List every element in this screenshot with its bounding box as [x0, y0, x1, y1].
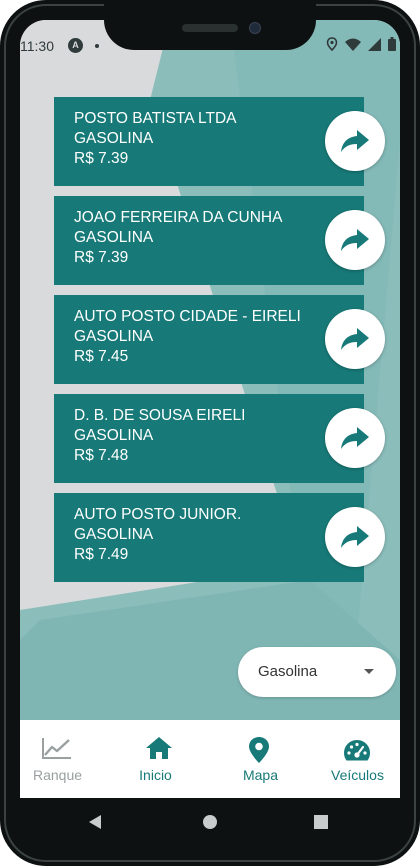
station-fuel: GASOLINA [74, 427, 154, 444]
home-icon [146, 737, 172, 759]
station-price: R$ 7.39 [74, 249, 129, 266]
battery-icon [388, 37, 396, 51]
station-card: POSTO BATISTA LTDA GASOLINA R$ 7.39 [54, 97, 385, 186]
station-card: AUTO POSTO JUNIOR. GASOLINA R$ 7.49 [54, 493, 385, 582]
directions-button[interactable] [325, 111, 385, 171]
station-name: JOAO FERREIRA DA CUNHA [74, 209, 283, 226]
nav-label-inicio: Inicio [139, 767, 172, 783]
map-pin-icon [249, 737, 269, 763]
directions-button[interactable] [325, 408, 385, 468]
front-camera-icon [249, 22, 261, 34]
home-circle-icon[interactable] [202, 814, 218, 830]
app-notification-icon: A [68, 38, 83, 53]
directions-button[interactable] [325, 210, 385, 270]
station-name: POSTO BATISTA LTDA [74, 110, 237, 127]
nav-label-veiculos: Veículos [331, 767, 384, 783]
station-fuel: GASOLINA [74, 130, 154, 147]
fuel-type-select[interactable]: Gasolina [238, 647, 396, 697]
directions-button[interactable] [325, 507, 385, 567]
share-arrow-icon [341, 526, 369, 548]
recents-square-icon[interactable] [314, 815, 328, 829]
earpiece-speaker [182, 24, 238, 32]
station-fuel: GASOLINA [74, 526, 154, 543]
nav-tab-inicio[interactable]: Inicio [115, 720, 210, 798]
station-name: AUTO POSTO JUNIOR. [74, 506, 242, 523]
share-arrow-icon [341, 328, 369, 350]
notification-dot-icon [95, 44, 99, 48]
station-name: D. B. DE SOUSA EIRELI [74, 407, 246, 424]
status-time: 11:30 [20, 38, 54, 54]
share-arrow-icon [341, 229, 369, 251]
share-arrow-icon [341, 427, 369, 449]
wifi-icon [345, 38, 361, 51]
station-card: D. B. DE SOUSA EIRELI GASOLINA R$ 7.48 [54, 394, 385, 483]
back-triangle-icon[interactable] [88, 814, 102, 830]
station-price: R$ 7.49 [74, 546, 129, 563]
station-fuel: GASOLINA [74, 229, 154, 246]
station-price: R$ 7.45 [74, 348, 129, 365]
nav-label-ranque: Ranque [32, 767, 83, 783]
share-arrow-icon [341, 130, 369, 152]
station-price: R$ 7.48 [74, 447, 129, 464]
nav-tab-veiculos[interactable]: Veículos [305, 720, 400, 798]
app-screen: 11:30 A POSTO BATISTA LTDA GASOLINA R$ 7… [20, 20, 400, 798]
location-icon [326, 37, 338, 51]
nav-tab-mapa[interactable]: Mapa [210, 720, 305, 798]
system-navigation-bar [20, 798, 400, 846]
fuel-type-value: Gasolina [258, 663, 318, 680]
station-name: AUTO POSTO CIDADE - EIRELI [74, 308, 301, 325]
station-fuel: GASOLINA [74, 328, 154, 345]
caret-down-icon [364, 669, 374, 674]
chart-line-icon [42, 738, 71, 759]
signal-icon [368, 37, 381, 51]
nav-tab-ranque[interactable]: Ranque [20, 720, 115, 798]
nav-label-mapa: Mapa [242, 767, 279, 783]
station-card: AUTO POSTO CIDADE - EIRELI GASOLINA R$ 7… [54, 295, 385, 384]
speedometer-icon [344, 740, 370, 761]
bottom-navigation: Ranque Inicio Mapa Veículos [20, 720, 400, 798]
station-card: JOAO FERREIRA DA CUNHA GASOLINA R$ 7.39 [54, 196, 385, 285]
station-price: R$ 7.39 [74, 150, 129, 167]
status-icons [326, 37, 396, 51]
directions-button[interactable] [325, 309, 385, 369]
phone-frame: 11:30 A POSTO BATISTA LTDA GASOLINA R$ 7… [0, 0, 420, 866]
